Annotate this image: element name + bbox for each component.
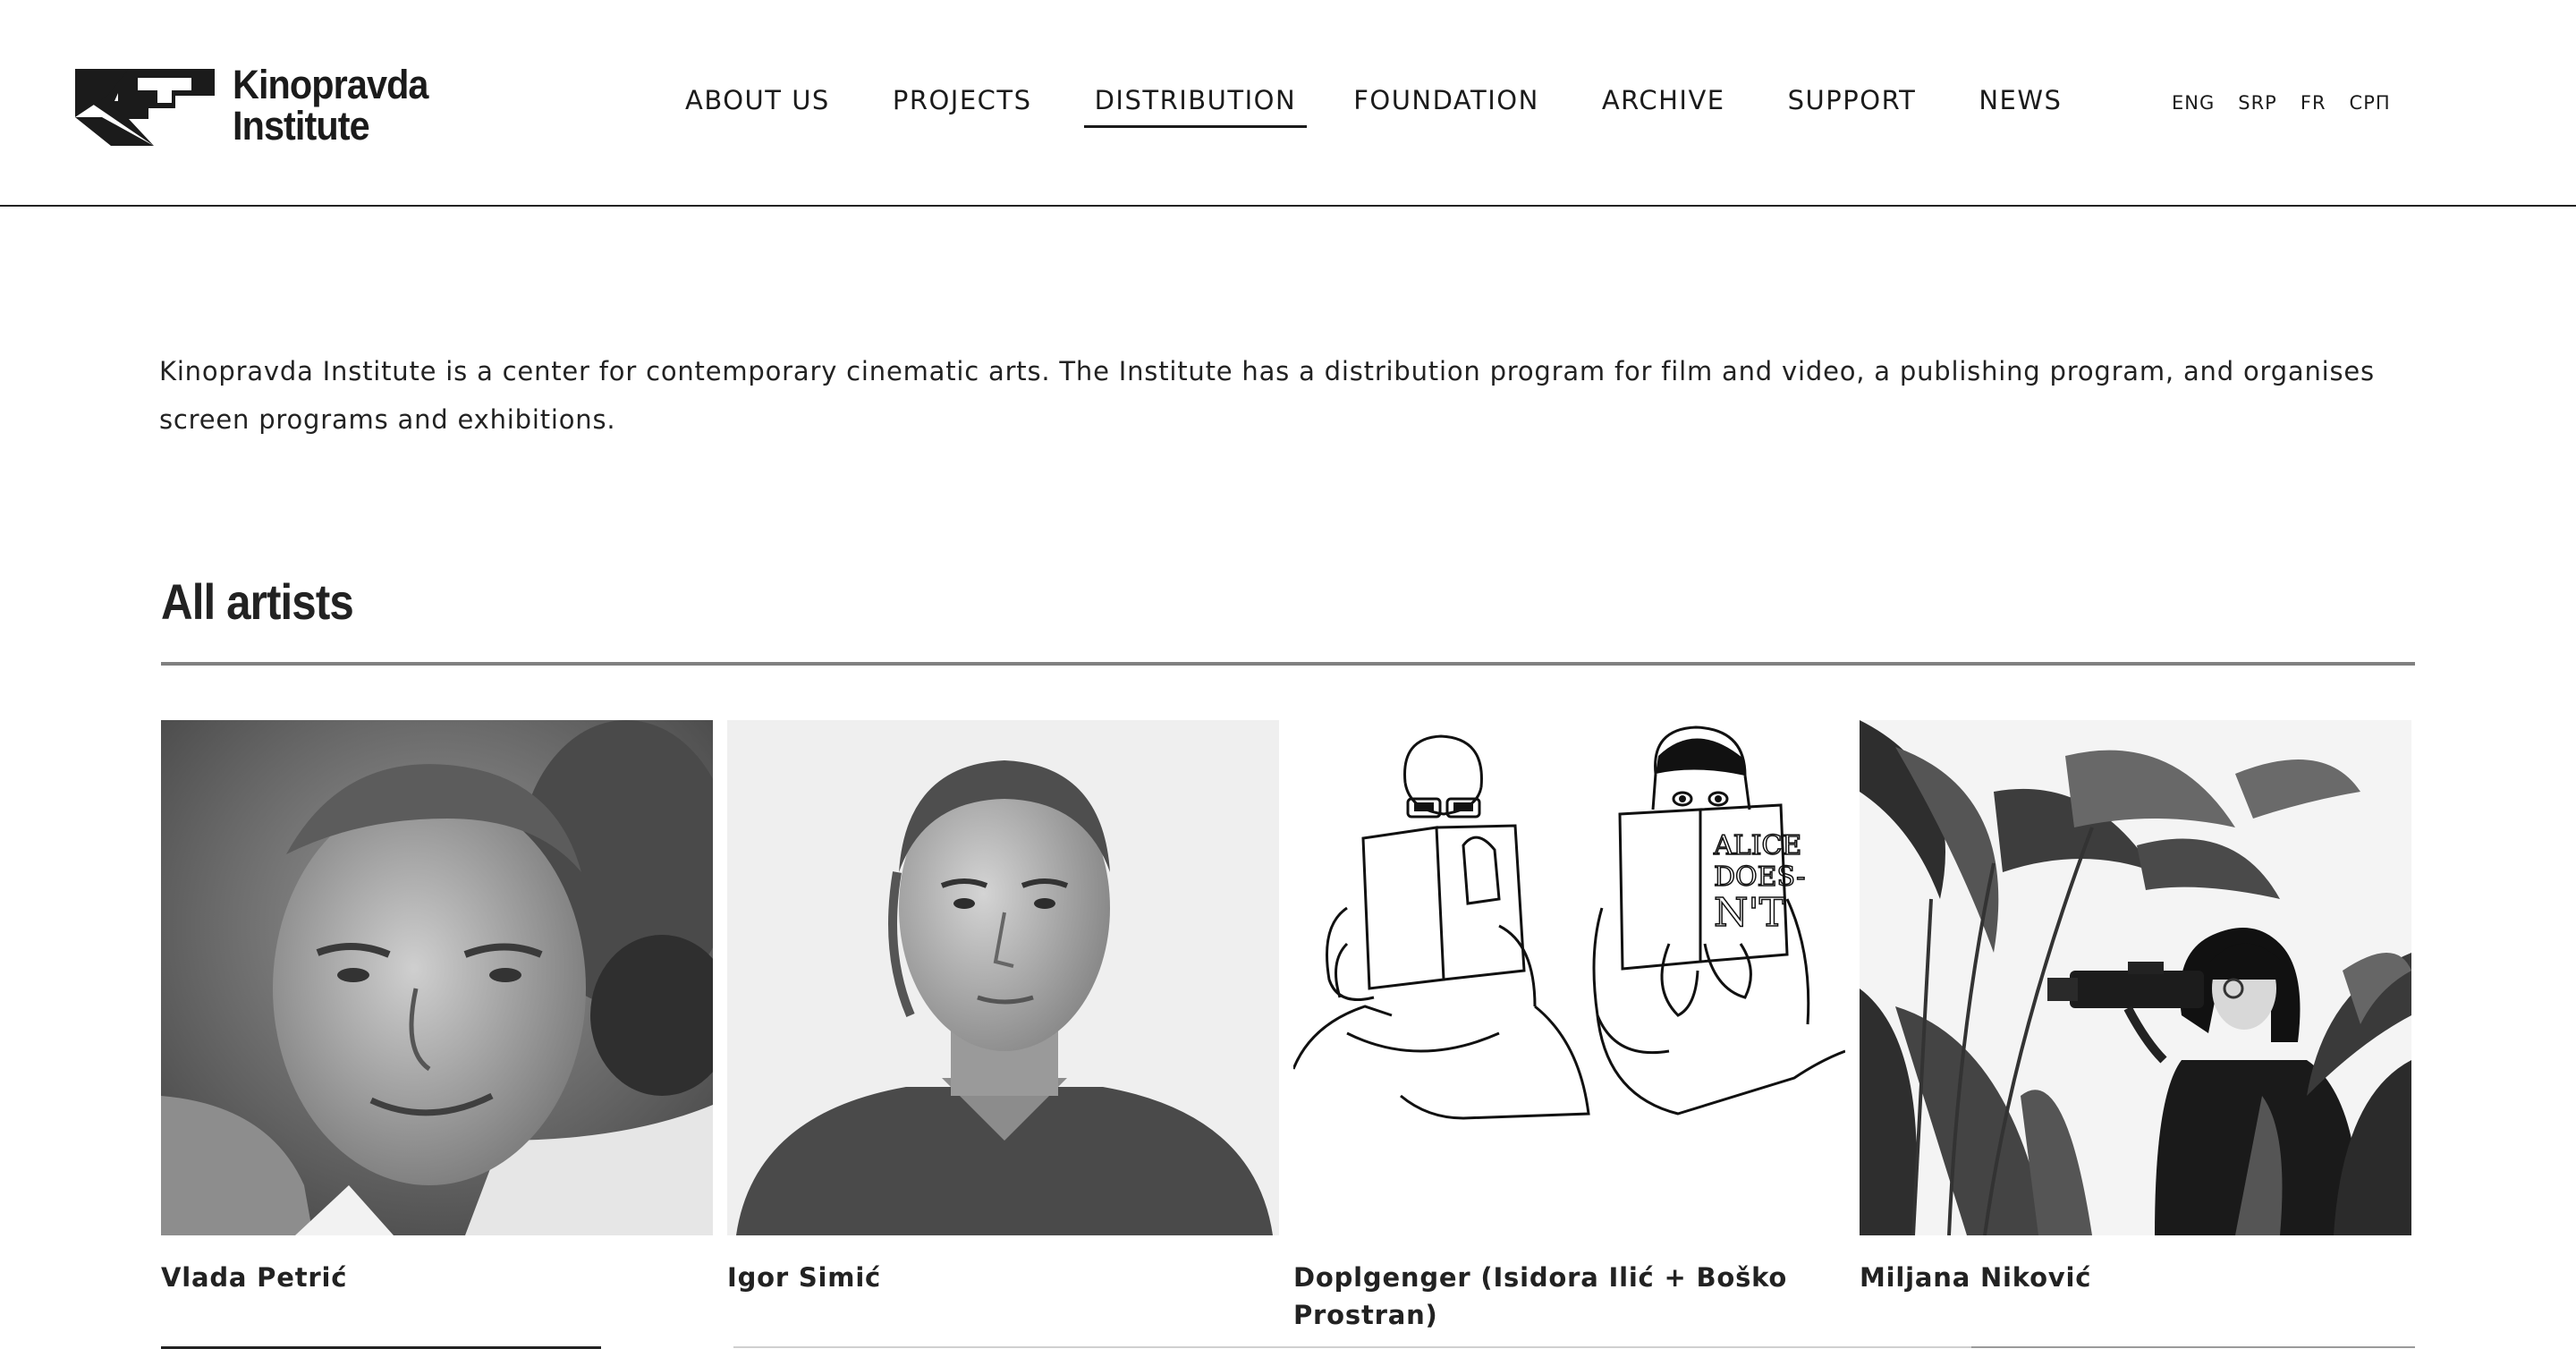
artist-card-igor-simic[interactable]: Igor Simić bbox=[727, 720, 1279, 1296]
nav-foundation[interactable]: FOUNDATION bbox=[1348, 82, 1545, 128]
nav-archive[interactable]: ARCHIVE bbox=[1597, 82, 1731, 128]
section-title: All artists bbox=[161, 573, 354, 630]
nav-support[interactable]: SUPPORT bbox=[1783, 82, 1922, 128]
artist-card-miljana-nikovic[interactable]: Miljana Niković bbox=[1860, 720, 2411, 1296]
artist-name: Doplgenger (Isidora Ilić + Boško Prostra… bbox=[1293, 1262, 1788, 1330]
site-logo[interactable]: Kinopravda Institute bbox=[75, 64, 445, 147]
nav-about-us[interactable]: ABOUT US bbox=[680, 82, 835, 128]
artist-card-vlada-petric[interactable]: Vlada Petrić bbox=[161, 720, 713, 1296]
artist-name: Miljana Niković bbox=[1860, 1262, 2092, 1293]
lang-srp[interactable]: SRP bbox=[2238, 89, 2277, 116]
section-divider bbox=[161, 662, 2415, 666]
artist-name: Igor Simić bbox=[727, 1262, 882, 1293]
svg-text:N'T: N'T bbox=[1714, 890, 1785, 936]
nav-projects[interactable]: PROJECTS bbox=[887, 82, 1038, 128]
logo-line-2: Institute bbox=[233, 103, 370, 148]
logo-wordmark: Kinopravda Institute bbox=[233, 64, 428, 147]
lang-srp-cyrillic[interactable]: СРП bbox=[2350, 89, 2391, 116]
lang-fr[interactable]: FR bbox=[2301, 89, 2326, 116]
artist-illustration-doplgenger: ALICE DOES- N'T bbox=[1293, 720, 1845, 1235]
language-switcher: ENG SRP FR СРП bbox=[2172, 89, 2414, 116]
artist-photo-igor-simic bbox=[727, 720, 1279, 1235]
kinopravda-logo-icon bbox=[75, 69, 215, 146]
lang-eng[interactable]: ENG bbox=[2172, 89, 2215, 116]
site-header: Kinopravda Institute ABOUT US PROJECTS D… bbox=[0, 0, 2576, 207]
artist-grid: Vlada Petrić Igor Simić ALICE DOES- N'T … bbox=[161, 720, 2415, 1349]
intro-text: Kinopravda Institute is a center for con… bbox=[159, 356, 2375, 435]
artist-photo-vlada-petric bbox=[161, 720, 713, 1235]
svg-text:ALICE: ALICE bbox=[1713, 830, 1801, 861]
artist-name: Vlada Petrić bbox=[161, 1262, 348, 1293]
artist-card-doplgenger[interactable]: ALICE DOES- N'T Doplgenger (Isidora Ilić… bbox=[1293, 720, 1845, 1334]
artist-photo-miljana-nikovic bbox=[1860, 720, 2411, 1235]
nav-news[interactable]: NEWS bbox=[1973, 82, 2067, 128]
logo-line-1: Kinopravda bbox=[233, 62, 428, 107]
nav-distribution[interactable]: DISTRIBUTION bbox=[1083, 82, 1308, 128]
next-row-divider bbox=[733, 1346, 2125, 1348]
next-row-divider bbox=[1971, 1346, 2415, 1348]
svg-text:DOES-: DOES- bbox=[1714, 861, 1805, 893]
main-nav: ABOUT US PROJECTS DISTRIBUTION FOUNDATIO… bbox=[680, 82, 2119, 128]
